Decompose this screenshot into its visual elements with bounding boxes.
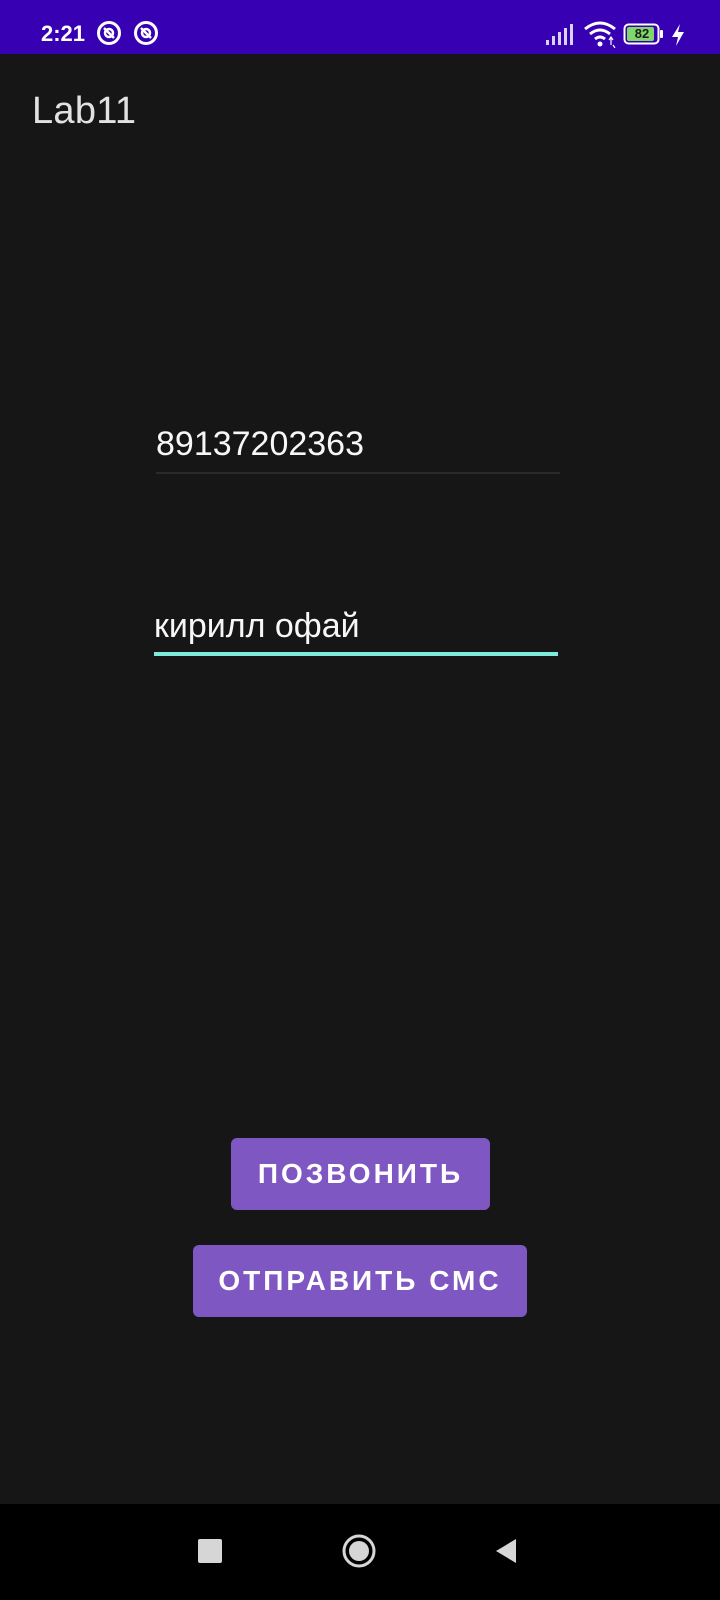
send-sms-button[interactable]: ОТПРАВИТЬ СМС <box>193 1245 527 1317</box>
status-bar: 2:21 82 <box>0 0 720 54</box>
app-screen: 2:21 82 Lab11 89137202363 кирилл офай ПО… <box>0 0 720 1600</box>
phone-number-input[interactable] <box>156 418 560 470</box>
phone-field-underline <box>156 472 560 474</box>
app-notification-icon <box>134 21 158 45</box>
navigation-bar <box>0 1504 720 1600</box>
cell-signal-icon <box>546 24 573 45</box>
charging-bolt-icon <box>672 24 684 46</box>
battery-icon: 82 <box>623 23 665 45</box>
call-button[interactable]: ПОЗВОНИТЬ <box>231 1138 490 1210</box>
circle-home-icon[interactable] <box>342 1534 376 1568</box>
app-title: Lab11 <box>32 90 137 132</box>
triangle-back-icon[interactable] <box>494 1537 518 1565</box>
square-recents-icon[interactable] <box>198 1539 222 1563</box>
status-time: 2:21 <box>41 21 86 46</box>
battery-level: 82 <box>634 26 650 41</box>
message-input[interactable] <box>154 600 558 652</box>
message-field-underline <box>154 652 558 656</box>
app-notification-icon <box>97 21 121 45</box>
wifi-icon <box>584 21 616 48</box>
phone-number-field[interactable] <box>156 418 560 474</box>
message-field[interactable] <box>154 600 558 656</box>
app-bar: Lab11 <box>0 54 720 170</box>
